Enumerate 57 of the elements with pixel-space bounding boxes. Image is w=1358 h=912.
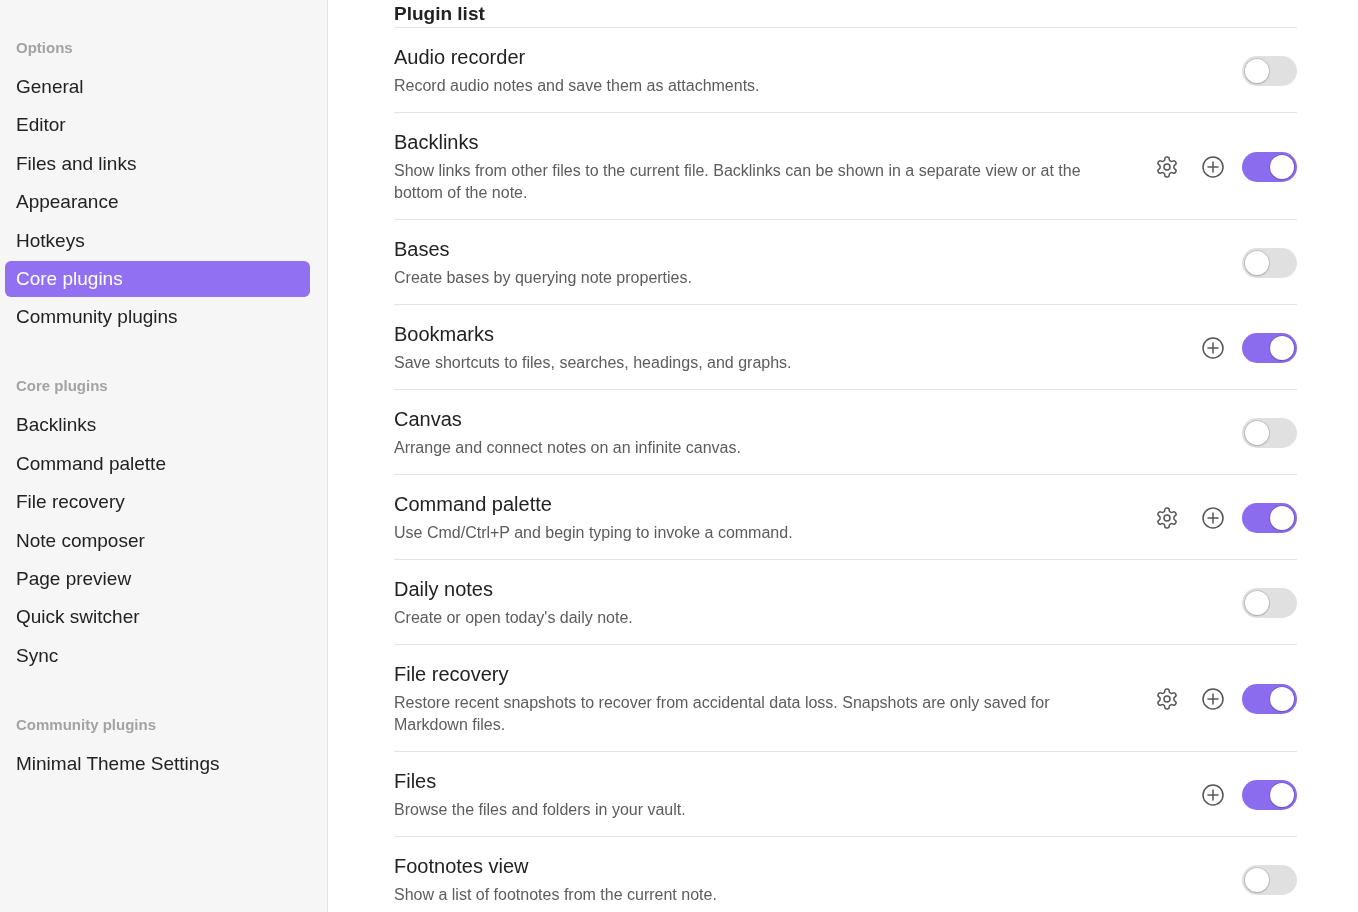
- plus-circle-icon[interactable]: [1202, 784, 1224, 806]
- plugin-description: Record audio notes and save them as attachments.: [394, 76, 761, 96]
- toggle-switch[interactable]: [1242, 248, 1297, 278]
- plugin-description: Save shortcuts to files, searches, headings, and graphs.: [394, 353, 793, 373]
- plugin-description: Show a list of footnotes from the current note.: [394, 885, 718, 905]
- sidebar-item[interactable]: Backlinks: [5, 407, 310, 444]
- plugin-description: Show links from other files to the current file. Backlinks can be shown in a separate view or at the bottom of the note.: [394, 161, 1082, 203]
- plugin-name: Bases: [394, 237, 451, 261]
- toggle-switch[interactable]: [1242, 684, 1297, 714]
- plugin-name: Files: [394, 769, 438, 793]
- plus-circle-icon[interactable]: [1202, 156, 1224, 178]
- plugin-description: Restore recent snapshots to recover from accidental data loss. Snapshots are only saved for Markdown files.: [394, 693, 1051, 735]
- plugin-name: Audio recorder: [394, 45, 527, 69]
- toggle-switch[interactable]: [1242, 333, 1297, 363]
- sidebar-item[interactable]: Quick switcher: [5, 599, 310, 636]
- plugin-name: Daily notes: [394, 577, 494, 601]
- section-heading: Plugin list: [394, 2, 486, 26]
- settings-icon[interactable]: [1156, 507, 1178, 529]
- sidebar-section-heading: Community plugins: [15, 714, 157, 735]
- plugin-description: Browse the files and folders in your vault.: [394, 800, 687, 820]
- toggle-switch[interactable]: [1242, 865, 1297, 895]
- plus-circle-icon[interactable]: [1202, 337, 1224, 359]
- plugin-name: Bookmarks: [394, 322, 496, 346]
- sidebar-item[interactable]: Appearance: [5, 184, 310, 221]
- toggle-switch[interactable]: [1242, 56, 1297, 86]
- plugin-name: Backlinks: [394, 130, 480, 154]
- plugin-name: Footnotes view: [394, 854, 530, 878]
- sidebar-item[interactable]: Files and links: [5, 145, 310, 182]
- sidebar-section-heading: Options: [15, 38, 74, 58]
- plugin-description: Create bases by querying note properties.: [394, 268, 693, 288]
- toggle-switch[interactable]: [1242, 503, 1297, 533]
- plugin-name: Canvas: [394, 407, 463, 431]
- sidebar-item[interactable]: Sync: [5, 637, 310, 674]
- settings-icon[interactable]: [1156, 688, 1178, 710]
- sidebar-item[interactable]: Community plugins: [5, 299, 310, 336]
- sidebar-item[interactable]: Core plugins: [5, 260, 310, 297]
- toggle-switch[interactable]: [1242, 588, 1297, 618]
- sidebar-item[interactable]: Hotkeys: [5, 222, 310, 259]
- sidebar-item[interactable]: General: [5, 69, 310, 105]
- toggle-switch[interactable]: [1242, 152, 1297, 182]
- toggle-switch[interactable]: [1242, 780, 1297, 810]
- plus-circle-icon[interactable]: [1202, 688, 1224, 710]
- settings-icon[interactable]: [1156, 156, 1178, 178]
- toggle-switch[interactable]: [1242, 418, 1297, 448]
- plus-circle-icon[interactable]: [1202, 507, 1224, 529]
- sidebar-section-heading: Core plugins: [15, 376, 109, 397]
- plugin-description: Create or open today's daily note.: [394, 608, 634, 628]
- plugin-name: File recovery: [394, 662, 510, 686]
- plugin-description: Use Cmd/Ctrl+P and begin typing to invoke a command.: [394, 523, 794, 543]
- sidebar-item[interactable]: Page preview: [5, 560, 310, 597]
- plugin-name: Command palette: [394, 492, 553, 516]
- sidebar-item[interactable]: Note composer: [5, 522, 310, 559]
- sidebar-item[interactable]: Command palette: [5, 445, 310, 482]
- sidebar-item[interactable]: Minimal Theme Settings: [5, 745, 310, 782]
- plugin-description: Arrange and connect notes on an infinite canvas.: [394, 438, 742, 458]
- sidebar-item[interactable]: File recovery: [5, 484, 310, 521]
- sidebar-item[interactable]: Editor: [5, 107, 310, 144]
